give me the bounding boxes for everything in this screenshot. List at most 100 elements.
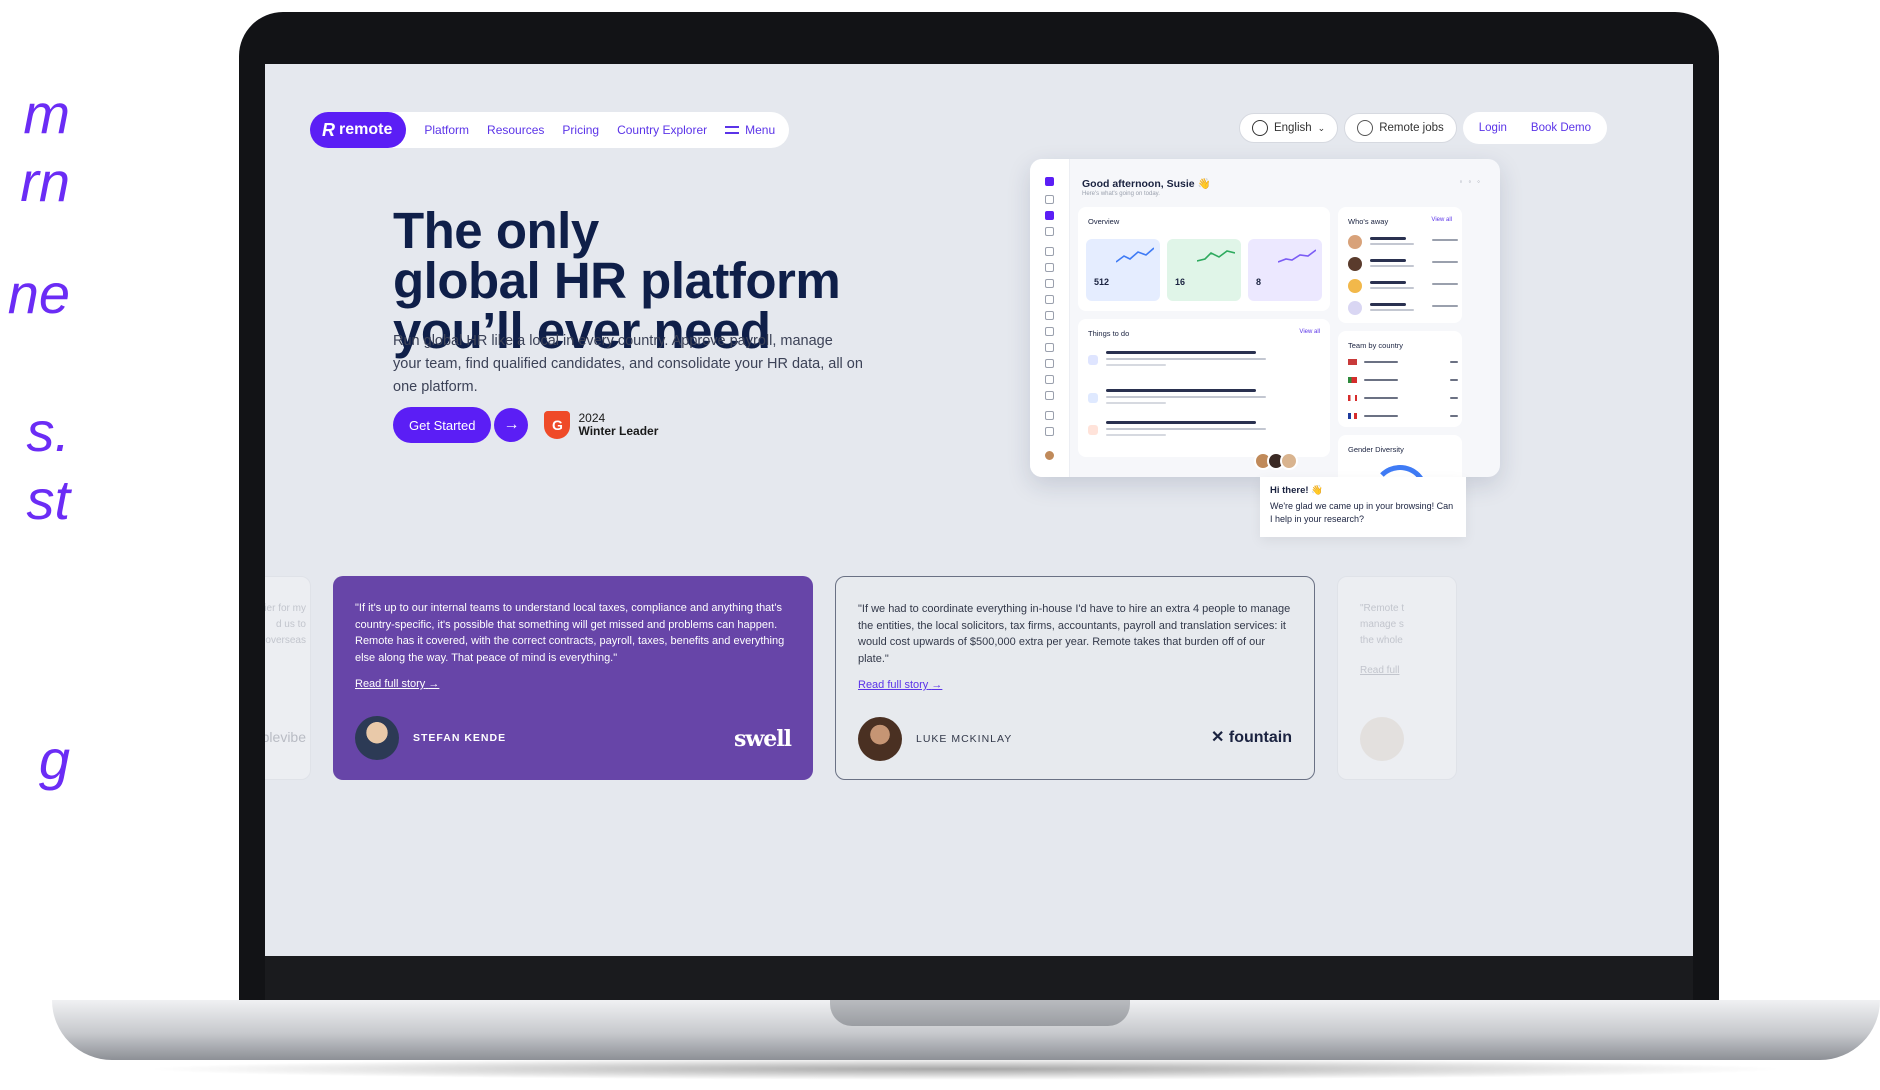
stat-value: 8 bbox=[1256, 277, 1262, 287]
book-demo-button[interactable]: Book Demo bbox=[1518, 113, 1603, 143]
laptop-bezel-bottom bbox=[265, 956, 1693, 1000]
nav-link-country-explorer[interactable]: Country Explorer bbox=[617, 123, 707, 137]
author-photo bbox=[355, 716, 399, 760]
nav-link-platform[interactable]: Platform bbox=[424, 123, 469, 137]
chat-body: We're glad we came up in your browsing! … bbox=[1270, 501, 1454, 524]
sparkline-icon bbox=[1116, 247, 1154, 263]
country-row bbox=[1348, 413, 1458, 425]
stat-value: 512 bbox=[1094, 277, 1110, 287]
ghost-line: d us to bbox=[275, 619, 306, 630]
heart-icon bbox=[1045, 311, 1054, 320]
dashboard-preview: Good afternoon, Susie 👋 Here's what's go… bbox=[1030, 159, 1500, 477]
gender-diversity-title: Gender Diversity bbox=[1348, 445, 1404, 454]
clock-icon bbox=[1045, 295, 1054, 304]
author-photo bbox=[858, 717, 902, 761]
settings-icon[interactable]: ◦ bbox=[1468, 177, 1477, 186]
get-started-button[interactable]: Get Started bbox=[393, 407, 492, 443]
side-text-line: st bbox=[26, 468, 70, 531]
dashboard-greeting-sub: Here's what's going on today. bbox=[1082, 191, 1160, 197]
testimonial-card: "If we had to coordinate everything in-h… bbox=[835, 576, 1315, 780]
menu-button[interactable]: Menu bbox=[725, 123, 775, 137]
stat-tile-leavers[interactable]: 8 bbox=[1248, 239, 1322, 301]
nav-right: English ⌄ Remote jobs Login Book Demo bbox=[1238, 112, 1607, 144]
ghost-brand: Tablevibe bbox=[265, 729, 306, 745]
view-all-link[interactable]: View all bbox=[1431, 217, 1452, 223]
login-button[interactable]: Login bbox=[1466, 113, 1519, 143]
side-text-line: g bbox=[38, 728, 70, 791]
dollar-icon bbox=[1045, 411, 1054, 420]
testimonial-card-previous[interactable]: sier for my d us to overseas Tablevibe bbox=[265, 576, 311, 780]
remote-logo-icon bbox=[1045, 177, 1054, 186]
testimonial-quote: "If we had to coordinate everything in-h… bbox=[858, 603, 1291, 665]
g2-logo-icon: G bbox=[544, 411, 571, 439]
side-text-line: m bbox=[23, 82, 70, 145]
language-label: English bbox=[1273, 122, 1312, 134]
chat-bubble[interactable]: Hi there! 👋 We're glad we came up in you… bbox=[1260, 477, 1466, 537]
overview-title: Overview bbox=[1088, 217, 1120, 226]
view-all-link[interactable]: View all bbox=[1299, 329, 1320, 335]
country-row bbox=[1348, 377, 1458, 389]
overview-card: Overview 512 16 8 bbox=[1078, 207, 1330, 311]
hero-subtitle: Run global HR like a local in every coun… bbox=[393, 333, 863, 395]
calendar-icon bbox=[1088, 425, 1098, 435]
todo-item[interactable] bbox=[1088, 351, 1308, 373]
nav-link-pricing[interactable]: Pricing bbox=[562, 123, 599, 137]
things-to-do-card: Things to do View all bbox=[1078, 319, 1330, 457]
flag-icon bbox=[1348, 377, 1357, 383]
payment-icon bbox=[1088, 355, 1098, 365]
read-full-story-link[interactable]: Read full story → bbox=[858, 679, 942, 691]
sparkline-icon bbox=[1197, 250, 1235, 262]
testimonial-card: "If it's up to our internal teams to und… bbox=[333, 576, 813, 780]
stat-tile-headcount[interactable]: 512 bbox=[1086, 239, 1160, 301]
search-icon[interactable]: ◦ bbox=[1459, 177, 1468, 186]
briefcase-icon bbox=[1045, 343, 1054, 352]
headline-line: global HR platform bbox=[393, 251, 841, 309]
side-text-line: ne bbox=[7, 262, 70, 325]
nav-link-resources[interactable]: Resources bbox=[487, 123, 544, 137]
stat-tile-joiners[interactable]: 16 bbox=[1167, 239, 1241, 301]
remote-logo-icon: R bbox=[322, 119, 335, 140]
todo-item[interactable] bbox=[1088, 421, 1308, 443]
notification-icon[interactable]: ◦ bbox=[1477, 177, 1486, 186]
language-select[interactable]: English ⌄ bbox=[1238, 113, 1339, 143]
sparkline-icon bbox=[1278, 249, 1316, 263]
remote-logo[interactable]: R remote bbox=[310, 112, 407, 148]
chat-icon bbox=[1045, 391, 1054, 400]
laptop-shadow bbox=[140, 1058, 1790, 1080]
ghost-line: sier for my bbox=[265, 603, 306, 614]
jobs-icon bbox=[1357, 120, 1374, 136]
star-icon bbox=[1045, 359, 1054, 368]
add-person-icon bbox=[1045, 263, 1054, 272]
calendar-icon bbox=[1045, 279, 1054, 288]
logo-text: remote bbox=[339, 121, 393, 138]
ghost-read-link: Read full bbox=[1360, 665, 1400, 676]
away-item bbox=[1348, 235, 1458, 253]
todo-item[interactable] bbox=[1088, 389, 1308, 411]
remote-jobs-button[interactable]: Remote jobs bbox=[1344, 113, 1457, 143]
ghost-quote: sier for my d us to overseas bbox=[265, 601, 306, 649]
company-logo: ✕ fountain bbox=[1211, 727, 1292, 747]
dashboard-sidebar bbox=[1030, 159, 1070, 477]
whos-away-card: Who's away View all bbox=[1338, 207, 1462, 323]
arrow-right-icon: → bbox=[428, 678, 440, 690]
chat-avatars[interactable] bbox=[1254, 452, 1298, 470]
hero-cta: Get Started → G 2024 Winter Leader bbox=[393, 407, 658, 443]
ghost-line: manage s bbox=[1360, 619, 1404, 630]
testimonial-card-next[interactable]: "Remote t manage s the whole Read full bbox=[1337, 576, 1457, 780]
author-name: STEFAN KENDE bbox=[413, 732, 507, 744]
badge-text: 2024 Winter Leader bbox=[578, 412, 658, 438]
person-icon bbox=[1088, 393, 1098, 403]
company-name: fountain bbox=[1228, 729, 1292, 746]
auth-group: Login Book Demo bbox=[1462, 112, 1607, 144]
arrow-right-icon[interactable]: → bbox=[494, 408, 529, 442]
flag-icon bbox=[1348, 413, 1357, 419]
read-full-story-link[interactable]: Read full story → bbox=[355, 678, 439, 690]
country-row bbox=[1348, 395, 1458, 407]
donut-chart-icon bbox=[1372, 465, 1428, 477]
page: m rn ne s. st g R remote Platform Resour… bbox=[0, 0, 1880, 1090]
things-to-do-title: Things to do bbox=[1088, 329, 1130, 338]
country-row bbox=[1348, 359, 1458, 371]
away-item bbox=[1348, 301, 1458, 319]
collapse-icon bbox=[1045, 195, 1054, 204]
globe-icon bbox=[1251, 120, 1268, 136]
